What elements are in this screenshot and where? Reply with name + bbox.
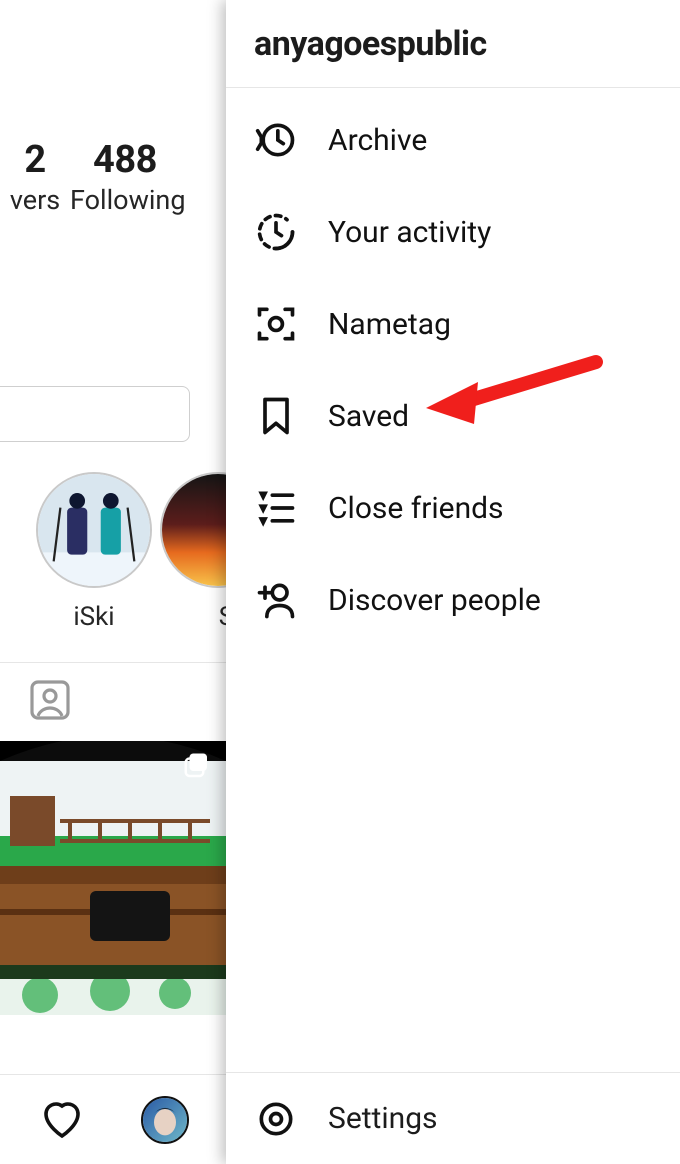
menu-item-label: Your activity [328,215,491,250]
menu-item-nametag[interactable]: Nametag [226,278,680,370]
stat-value: 488 [70,138,180,182]
feed-photo[interactable] [0,965,226,1015]
stat-followers[interactable]: 2 vers [0,138,70,216]
tagged-photos-icon[interactable] [26,676,74,728]
menu-item-label: Settings [328,1101,438,1136]
edit-profile-button[interactable] [0,386,190,442]
settings-icon [254,1097,298,1141]
bottom-nav [0,1074,226,1164]
drawer-header: anyagoespublic [226,0,680,88]
drawer-menu: Archive Your activity Nametag [226,88,680,1072]
menu-item-close-friends[interactable]: Close friends [226,462,680,554]
carousel-icon [182,751,212,781]
close-friends-icon [254,486,298,530]
activity-heart-icon[interactable] [38,1094,86,1146]
highlight-item[interactable]: iSki [30,472,158,632]
menu-item-label: Close friends [328,491,504,526]
activity-icon [254,210,298,254]
archive-icon [254,118,298,162]
menu-item-discover-people[interactable]: Discover people [226,554,680,646]
highlight-thumbnail [36,472,152,588]
discover-people-icon [254,578,298,622]
menu-item-label: Saved [328,399,409,434]
stat-value: 2 [0,138,70,182]
menu-item-label: Archive [328,123,427,158]
menu-item-archive[interactable]: Archive [226,94,680,186]
stat-label: Following [70,184,180,216]
profile-avatar[interactable] [141,1096,189,1144]
drawer-username: anyagoespublic [254,24,487,64]
menu-item-label: Nametag [328,307,451,342]
menu-item-label: Discover people [328,583,541,618]
menu-item-activity[interactable]: Your activity [226,186,680,278]
feed-photo[interactable] [0,741,226,965]
saved-icon [254,394,298,438]
nametag-icon [254,302,298,346]
stat-label: vers [0,184,70,216]
menu-item-saved[interactable]: Saved [226,370,680,462]
highlight-label: iSki [73,602,114,632]
side-drawer: anyagoespublic Archive [226,0,680,1164]
stat-following[interactable]: 488 Following [70,138,180,216]
menu-item-settings[interactable]: Settings [226,1072,680,1164]
